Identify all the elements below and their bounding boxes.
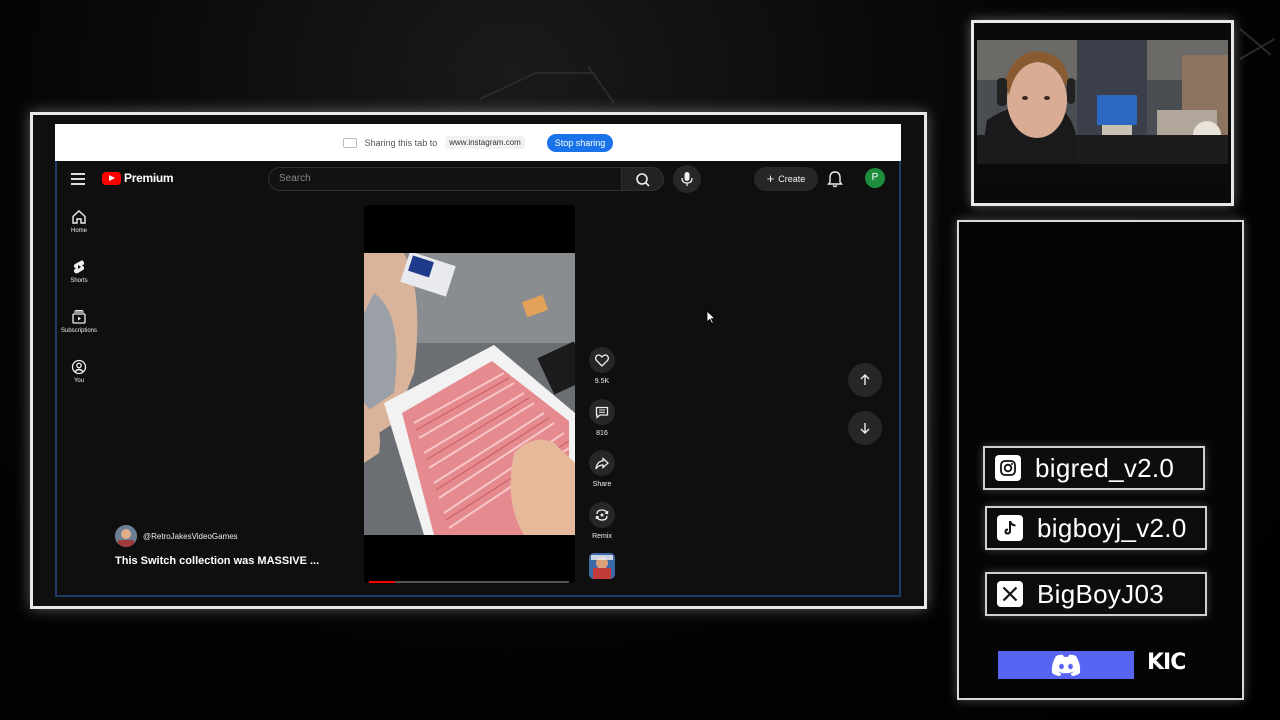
share-circle xyxy=(589,450,615,476)
decor-hex-line xyxy=(587,65,615,104)
sidebar-item-subscriptions[interactable]: Subscriptions xyxy=(57,309,101,334)
remix-icon xyxy=(595,509,609,521)
discord-icon xyxy=(1051,654,1081,676)
heart-icon xyxy=(595,353,609,367)
search-icon xyxy=(636,173,650,187)
youtube-play-icon xyxy=(102,171,121,185)
account-avatar[interactable]: P xyxy=(865,168,885,188)
bell-icon xyxy=(827,171,843,188)
mouse-cursor-icon xyxy=(706,310,716,324)
like-button[interactable]: 9.5K xyxy=(587,347,617,385)
video-frame-illustration xyxy=(364,253,575,535)
instagram-username: bigred_v2.0 xyxy=(1035,452,1175,483)
remix-button[interactable]: Remix xyxy=(587,502,617,540)
sharing-site: www.instagram.com xyxy=(445,136,525,149)
video-progress-fill xyxy=(369,581,395,583)
sidebar-label: Shorts xyxy=(70,278,88,284)
search-input[interactable]: Search xyxy=(268,167,622,191)
youtube-header: Premium Search + Create P xyxy=(57,161,899,197)
decor-hex-line xyxy=(534,72,594,74)
share-label: Share xyxy=(592,481,612,488)
kick-logo: KIC xyxy=(1147,650,1186,675)
menu-icon[interactable] xyxy=(71,173,85,188)
instagram-icon xyxy=(995,455,1021,481)
share-icon xyxy=(595,456,609,469)
comment-button[interactable]: 816 xyxy=(587,399,617,437)
remix-label: Remix xyxy=(592,533,612,540)
tiktok-icon xyxy=(997,515,1023,541)
channel-avatar[interactable] xyxy=(115,525,137,547)
youtube-premium-logo[interactable]: Premium xyxy=(102,171,174,185)
screen-share-icon xyxy=(342,137,357,148)
x-username: BigBoyJ03 xyxy=(1037,578,1164,609)
arrow-up-icon xyxy=(860,374,870,385)
short-video-player[interactable] xyxy=(364,205,575,583)
channel-info[interactable]: @RetroJakesVideoGames xyxy=(115,525,238,547)
sidebar-label: You xyxy=(73,378,85,384)
stop-sharing-button[interactable]: Stop sharing xyxy=(546,133,614,152)
instagram-handle: bigred_v2.0 xyxy=(983,446,1205,490)
sound-thumbnail[interactable] xyxy=(589,553,615,579)
comment-count: 816 xyxy=(596,430,608,437)
channel-avatar-image xyxy=(115,525,137,547)
home-icon xyxy=(72,210,86,224)
webcam-feed xyxy=(977,40,1228,184)
comment-circle xyxy=(589,399,615,425)
next-short-button[interactable] xyxy=(848,411,882,445)
voice-search-button[interactable] xyxy=(673,165,701,193)
discord-logo xyxy=(998,651,1134,679)
video-frame-image xyxy=(364,253,575,535)
sidebar-item-shorts[interactable]: Shorts xyxy=(57,259,101,284)
comment-icon xyxy=(595,406,609,419)
shorts-icon xyxy=(73,260,85,274)
channel-name[interactable]: @RetroJakesVideoGames xyxy=(143,532,238,541)
logo-text: Premium xyxy=(124,171,174,185)
arrow-down-icon xyxy=(860,423,870,434)
video-progress-bar[interactable] xyxy=(369,581,569,583)
search-button[interactable] xyxy=(622,167,664,191)
share-button[interactable]: Share xyxy=(587,450,617,488)
mic-icon xyxy=(681,172,693,186)
sound-thumbnail-image xyxy=(589,553,615,579)
decor-hex-line xyxy=(479,72,535,100)
sidebar-item-home[interactable]: Home xyxy=(57,209,101,234)
plus-icon: + xyxy=(766,171,775,186)
x-logo-icon xyxy=(997,581,1023,607)
create-label: Create xyxy=(778,174,806,184)
like-circle xyxy=(589,347,615,373)
sidebar-item-you[interactable]: You xyxy=(57,359,101,384)
stream-overlay: Sharing this tab to www.instagram.com St… xyxy=(0,0,1280,720)
sharing-text: Sharing this tab to xyxy=(364,137,438,148)
remix-circle xyxy=(589,502,615,528)
notifications-button[interactable] xyxy=(827,170,843,193)
tiktok-handle: bigboyj_v2.0 xyxy=(985,506,1207,550)
tab-sharing-bar: Sharing this tab to www.instagram.com St… xyxy=(55,124,901,161)
create-button[interactable]: + Create xyxy=(754,167,818,191)
x-handle: BigBoyJ03 xyxy=(985,572,1207,616)
like-count: 9.5K xyxy=(594,378,610,385)
video-title[interactable]: This Switch collection was MASSIVE ... xyxy=(115,555,319,567)
youtube-shorts-page: Premium Search + Create P Home Shorts Su… xyxy=(55,161,901,597)
sidebar-label: Subscriptions xyxy=(60,328,98,334)
tiktok-username: bigboyj_v2.0 xyxy=(1037,512,1187,543)
subscriptions-icon xyxy=(72,310,86,324)
previous-short-button[interactable] xyxy=(848,363,882,397)
webcam-image xyxy=(977,40,1228,184)
browser-capture-frame: Sharing this tab to www.instagram.com St… xyxy=(30,112,927,609)
webcam-frame xyxy=(971,20,1234,206)
you-icon xyxy=(71,359,87,375)
sidebar-label: Home xyxy=(70,228,87,234)
